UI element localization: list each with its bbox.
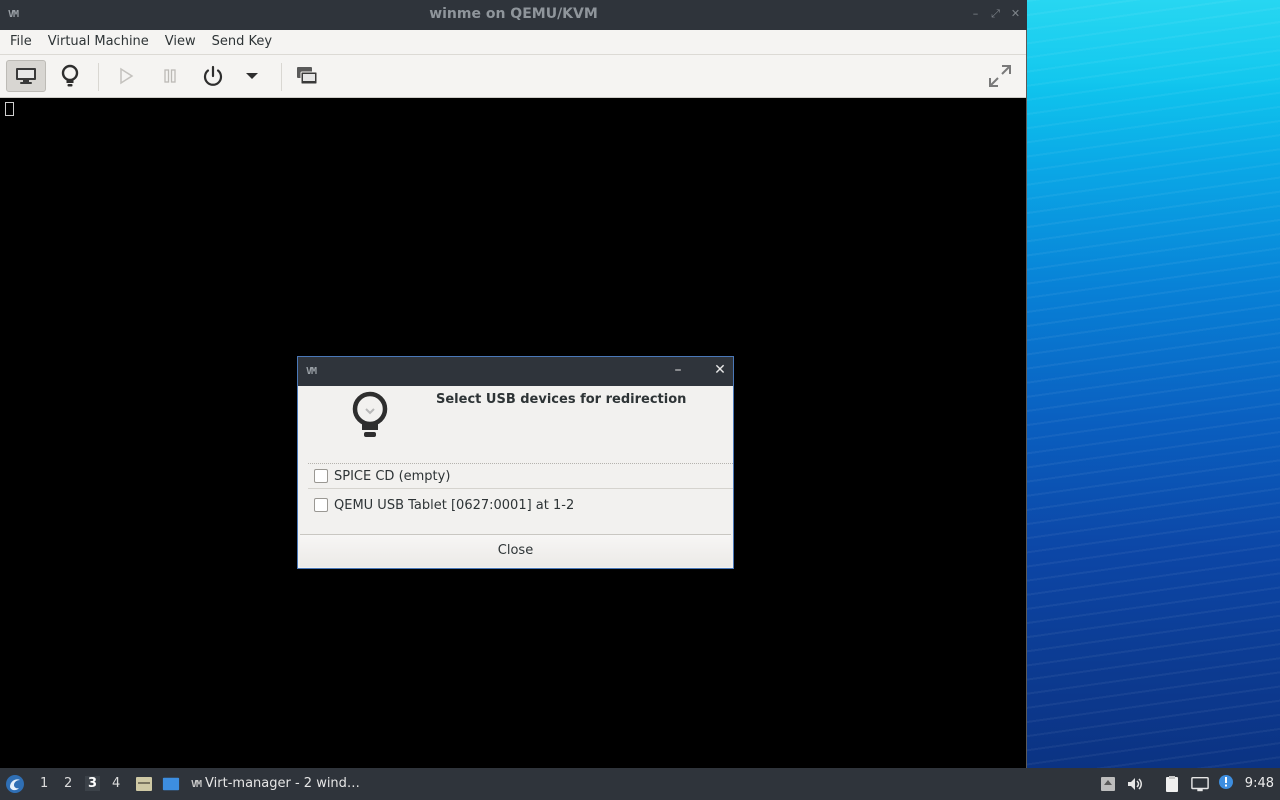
- power-icon: [203, 65, 223, 86]
- fullscreen-button[interactable]: [980, 60, 1020, 92]
- menu-view[interactable]: View: [157, 30, 204, 54]
- clock: 9:48: [1244, 776, 1274, 791]
- show-desktop-icon[interactable]: [162, 775, 180, 793]
- dialog-header: Select USB devices for redirection: [298, 386, 733, 462]
- usb-redirection-dialog: VM – ✕ Select USB devices for redirectio…: [297, 356, 734, 569]
- start-menu-icon[interactable]: [5, 774, 25, 794]
- taskbar: 1 2 3 4 VM Virt-manager - 2 wind… 9:48: [0, 768, 1280, 800]
- window-title: winme on QEMU/KVM: [429, 6, 598, 22]
- close-icon[interactable]: ✕: [1010, 7, 1021, 21]
- console-icon: [16, 68, 36, 84]
- minimize-icon[interactable]: –: [671, 363, 685, 377]
- dropdown-arrow-icon: [246, 73, 258, 79]
- menu-virtual-machine[interactable]: Virtual Machine: [40, 30, 157, 54]
- task-label: Virt-manager - 2 wind…: [205, 776, 360, 791]
- notification-icon[interactable]: [1217, 773, 1235, 791]
- dialog-titlebar[interactable]: VM – ✕: [298, 357, 733, 386]
- menubar: File Virtual Machine View Send Key: [0, 30, 1026, 55]
- device-checkbox[interactable]: [314, 469, 328, 483]
- pause-button[interactable]: [150, 60, 190, 92]
- dialog-heading: Select USB devices for redirection: [436, 392, 687, 407]
- lightbulb-icon: [352, 391, 388, 437]
- snapshots-button[interactable]: [287, 60, 327, 92]
- updates-icon[interactable]: [1099, 775, 1117, 793]
- app-logo-icon: VM: [306, 366, 317, 377]
- app-logo-icon: VM: [191, 779, 202, 790]
- window-titlebar[interactable]: VM winme on QEMU/KVM – ⤢ ✕: [0, 0, 1027, 30]
- toolbar-separator: [281, 63, 282, 91]
- toolbar-separator: [98, 63, 99, 91]
- run-button[interactable]: [106, 60, 146, 92]
- list-item[interactable]: QEMU USB Tablet [0627:0001] at 1-2: [308, 493, 733, 517]
- device-label: QEMU USB Tablet [0627:0001] at 1-2: [334, 497, 575, 513]
- text-cursor: [5, 102, 14, 116]
- workspace-4[interactable]: 4: [112, 776, 120, 791]
- taskbar-task-virt-manager[interactable]: VM Virt-manager - 2 wind…: [191, 776, 360, 791]
- run-icon: [120, 67, 134, 85]
- network-icon[interactable]: [1191, 775, 1209, 793]
- maximize-icon[interactable]: ⤢: [990, 7, 1001, 21]
- pause-icon: [164, 69, 176, 83]
- menu-send-key[interactable]: Send Key: [204, 30, 280, 54]
- fullscreen-icon: [989, 65, 1011, 87]
- close-icon[interactable]: ✕: [713, 363, 727, 377]
- menu-file[interactable]: File: [2, 30, 40, 54]
- device-label: SPICE CD (empty): [334, 468, 451, 484]
- volume-icon[interactable]: [1126, 775, 1144, 793]
- power-menu-button[interactable]: [232, 60, 272, 92]
- details-bulb-icon: [61, 64, 79, 87]
- list-item[interactable]: SPICE CD (empty): [308, 463, 733, 489]
- details-button[interactable]: [50, 60, 90, 92]
- workspace-3[interactable]: 3: [85, 776, 101, 791]
- power-button[interactable]: [193, 60, 233, 92]
- usb-device-list: SPICE CD (empty) QEMU USB Tablet [0627:0…: [308, 463, 733, 519]
- desktop-wallpaper: [1027, 0, 1280, 768]
- toolbar: [0, 55, 1026, 98]
- workspace-1[interactable]: 1: [40, 776, 48, 791]
- close-button[interactable]: Close: [300, 534, 731, 567]
- minimize-icon[interactable]: –: [970, 7, 981, 21]
- device-checkbox[interactable]: [314, 498, 328, 512]
- snapshots-icon: [297, 67, 318, 85]
- workspace-2[interactable]: 2: [64, 776, 72, 791]
- console-button[interactable]: [6, 60, 46, 92]
- file-manager-icon[interactable]: [135, 775, 153, 793]
- clipboard-icon[interactable]: [1163, 775, 1181, 793]
